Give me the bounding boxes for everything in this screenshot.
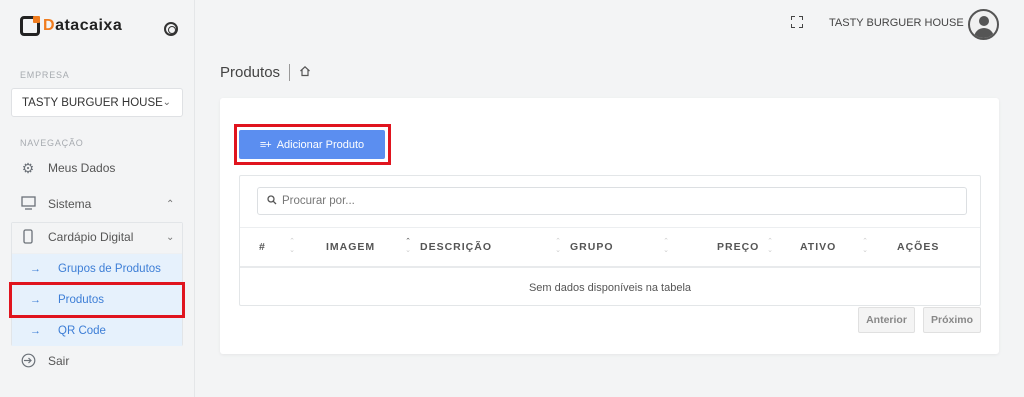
sort-icon[interactable]: ⌃ ⌄ [288, 237, 296, 255]
nav-item-sistema[interactable]: Sistema ⌃ [20, 196, 174, 212]
products-table: Procurar por... # ⌃ ⌄ IMAGEM ⌃ ⌄ DESCRIÇÃO… [239, 175, 981, 306]
col-header-acoes: AÇÕES [897, 241, 940, 253]
fullscreen-icon[interactable] [791, 16, 803, 28]
page-title: Produtos [220, 64, 281, 81]
col-header-preco[interactable]: PREÇO [717, 241, 759, 253]
avatar[interactable] [968, 9, 999, 40]
home-icon[interactable] [299, 65, 311, 80]
col-header-imagem: IMAGEM [326, 241, 376, 253]
nav-item-cardapio-digital[interactable]: Cardápio Digital ⌄ [20, 229, 174, 245]
logo-text: Datacaixa [43, 17, 123, 34]
search-icon [267, 194, 277, 208]
sort-icon[interactable]: ⌃ ⌄ [404, 237, 412, 255]
header-user-name[interactable]: TASTY BURGUER HOUSE [829, 17, 964, 29]
nav-item-label: Cardápio Digital [48, 230, 134, 244]
arrow-right-icon: → [30, 263, 41, 275]
logout-icon [20, 353, 36, 369]
nav-item-label: Sair [48, 354, 70, 368]
highlight-produtos [9, 282, 185, 318]
nav-item-label: Sistema [48, 197, 92, 211]
col-header-id[interactable]: # [259, 241, 266, 253]
sub-item-grupos[interactable]: → Grupos de Produtos [12, 254, 182, 284]
monitor-icon [20, 196, 36, 212]
table-empty-row: Sem dados disponíveis na tabela [528, 281, 692, 294]
nav-label: NAVEGAÇÃO [20, 138, 84, 148]
sort-icon[interactable]: ⌃ ⌄ [662, 237, 670, 255]
nav-item-label: Meus Dados [48, 161, 116, 175]
sidebar-toggle-icon[interactable] [164, 22, 178, 36]
col-header-grupo[interactable]: GRUPO [570, 241, 614, 253]
col-header-descricao[interactable]: DESCRIÇÃO [420, 241, 492, 253]
sort-icon[interactable]: ⌃ ⌄ [766, 237, 774, 255]
table-header: # ⌃ ⌄ IMAGEM ⌃ ⌄ DESCRIÇÃO ⌃ ⌄ GRUPO ⌃ ⌄ PRE… [240, 227, 980, 268]
nav-item-meus-dados[interactable]: ⚙ Meus Dados [20, 160, 116, 176]
sub-item-qrcode[interactable]: → QR Code [12, 316, 182, 346]
chevron-down-icon: ⌄ [162, 97, 171, 108]
sort-icon[interactable]: ⌃ ⌄ [554, 237, 562, 255]
logo-mark-icon [20, 16, 40, 36]
highlight-add-button [234, 124, 391, 165]
logo[interactable]: Datacaixa [20, 16, 122, 36]
search-input[interactable]: Procurar por... [257, 187, 967, 215]
chevron-down-icon: ⌄ [166, 231, 175, 243]
chevron-up-icon: ⌃ [166, 198, 175, 210]
prev-page-button[interactable]: Anterior [858, 307, 915, 333]
search-placeholder: Procurar por... [282, 195, 355, 207]
sub-item-label: QR Code [58, 325, 106, 337]
sidebar: Datacaixa EMPRESA TASTY BURGUER HOUSE ⌄ … [0, 0, 195, 397]
mobile-icon [20, 229, 36, 245]
company-select-value: TASTY BURGUER HOUSE [22, 96, 163, 109]
empresa-label: EMPRESA [20, 70, 70, 80]
gear-icon: ⚙ [21, 160, 35, 176]
col-header-ativo[interactable]: ATIVO [800, 241, 836, 253]
nav-item-sair[interactable]: Sair [20, 353, 69, 369]
next-page-button[interactable]: Próximo [923, 307, 981, 333]
arrow-right-icon: → [30, 325, 41, 337]
company-select[interactable]: TASTY BURGUER HOUSE ⌄ [11, 88, 183, 117]
sub-item-label: Grupos de Produtos [58, 263, 161, 275]
breadcrumb: Produtos [220, 64, 311, 81]
sort-icon[interactable]: ⌃ ⌄ [861, 237, 869, 255]
